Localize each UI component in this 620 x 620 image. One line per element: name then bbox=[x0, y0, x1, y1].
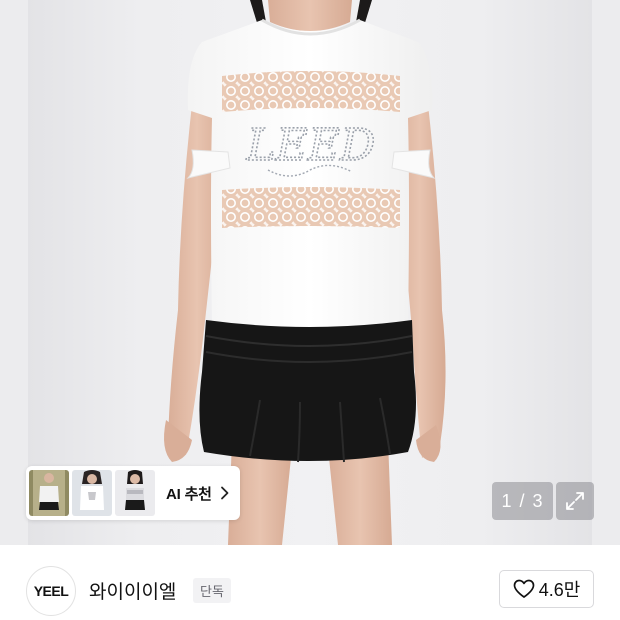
image-pager: 1 / 3 bbox=[492, 482, 553, 520]
brand-logo[interactable]: YEEL bbox=[26, 566, 76, 616]
recommendation-thumbnail[interactable] bbox=[115, 470, 155, 516]
ai-recommendation-label: AI 추천 bbox=[166, 485, 212, 503]
ai-recommendation-button[interactable]: AI 추천 bbox=[26, 466, 240, 520]
pager-separator: / bbox=[519, 490, 526, 511]
chevron-right-icon bbox=[220, 486, 229, 500]
model-illustration: LEED bbox=[164, 0, 446, 545]
expand-arrows-icon bbox=[566, 492, 584, 510]
brand-name[interactable]: 와이이이엘 bbox=[89, 577, 176, 604]
exclusive-badge: 단독 bbox=[193, 578, 231, 603]
heart-outline-icon bbox=[513, 579, 535, 598]
shirt-print: LEED bbox=[246, 120, 376, 171]
expand-image-button[interactable] bbox=[556, 482, 594, 520]
like-button[interactable]: 4.6만 bbox=[499, 570, 594, 608]
recommendation-thumbnail[interactable] bbox=[29, 470, 69, 516]
like-count: 4.6만 bbox=[538, 580, 581, 600]
recommendation-thumbnail[interactable] bbox=[72, 470, 112, 516]
product-image[interactable]: LEED bbox=[0, 0, 620, 545]
pager-current: 1 bbox=[501, 490, 513, 511]
brand-logo-text: YEEL bbox=[33, 583, 69, 599]
pager-total: 3 bbox=[532, 490, 544, 511]
